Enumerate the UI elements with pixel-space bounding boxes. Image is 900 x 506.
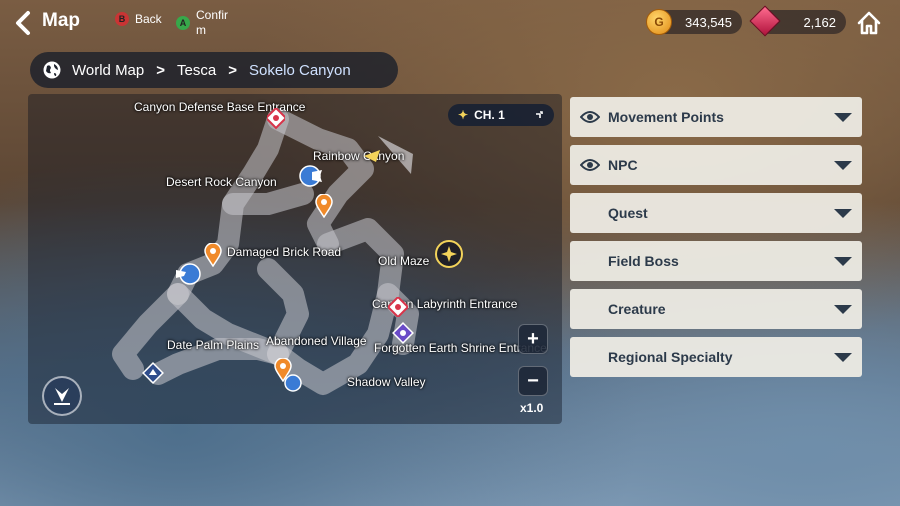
compass-icon[interactable] (42, 376, 82, 416)
back-hint-label: Back (135, 12, 162, 26)
filter-regional-specialty[interactable]: Regional Specialty (570, 337, 862, 377)
caret-down-icon (834, 113, 852, 122)
caret-down-icon (834, 305, 852, 314)
caret-down-icon (834, 257, 852, 266)
location-pin-icon[interactable] (315, 194, 333, 218)
location-label[interactable]: Old Maze (378, 254, 429, 268)
chevron-left-icon[interactable] (12, 10, 38, 36)
home-icon[interactable] (856, 10, 882, 36)
breadcrumb-separator-icon: > (156, 61, 166, 79)
filter-npc[interactable]: NPC (570, 145, 862, 185)
caret-down-icon (834, 161, 852, 170)
top-bar: Map B Back A Confirm G 343,545 2,162 (0, 0, 900, 44)
gold-counter: G 343,545 (646, 9, 742, 35)
npc-icon[interactable] (174, 262, 204, 286)
target-marker-icon[interactable] (434, 239, 464, 269)
eye-icon[interactable] (580, 157, 600, 173)
filter-creature[interactable]: Creature (570, 289, 862, 329)
chapter-label: CH. 1 (474, 108, 505, 122)
filter-movement-points[interactable]: Movement Points (570, 97, 862, 137)
location-label[interactable]: Damaged Brick Road (227, 245, 341, 259)
npc-icon[interactable] (284, 374, 302, 392)
location-pin-icon[interactable] (204, 243, 222, 267)
shrine-icon[interactable] (392, 322, 414, 344)
star-icon: ✦ (458, 108, 469, 122)
location-label[interactable]: Abandoned Village (266, 334, 367, 348)
filter-quest[interactable]: Quest (570, 193, 862, 233)
gem-icon (749, 5, 781, 37)
location-label[interactable]: Shadow Valley (347, 375, 426, 389)
gold-amount: 343,545 (685, 14, 732, 30)
location-label[interactable]: Rainbow Canyon (313, 149, 404, 163)
collapse-icon (536, 111, 543, 118)
location-label[interactable]: Desert Rock Canyon (166, 175, 277, 189)
gem-counter: 2,162 (749, 5, 846, 37)
filter-label: Creature (608, 301, 666, 317)
breadcrumb-sokelo-canyon: Sokelo Canyon (248, 61, 351, 79)
player-marker-icon (364, 150, 380, 162)
confirm-hint[interactable]: A Confirm (176, 8, 232, 38)
zoom-level: x1.0 (520, 401, 544, 415)
location-label[interactable]: Date Palm Plains (167, 338, 259, 352)
filter-label: Movement Points (608, 109, 724, 125)
b-button-icon: B (115, 12, 129, 26)
back-hint[interactable]: B Back (115, 12, 162, 26)
gold-coin-icon: G (646, 9, 672, 35)
breadcrumb-tesca[interactable]: Tesca (177, 62, 216, 79)
npc-icon[interactable] (298, 164, 326, 188)
chapter-badge[interactable]: ✦ CH. 1 (448, 104, 554, 126)
eye-icon[interactable] (580, 109, 600, 125)
filter-label: NPC (608, 157, 638, 173)
zoom-out-button[interactable]: − (518, 366, 548, 396)
breadcrumb: World Map > Tesca > Sokelo Canyon (30, 52, 398, 88)
shrine-icon[interactable] (142, 362, 164, 384)
breadcrumb-separator-icon: > (228, 61, 237, 79)
boss-icon[interactable] (267, 108, 285, 132)
confirm-hint-label: Confirm (196, 8, 229, 37)
filter-field-boss[interactable]: Field Boss (570, 241, 862, 281)
map-panel[interactable]: Canyon Defense Base Entrance Rainbow Can… (28, 94, 562, 424)
filter-label: Regional Specialty (608, 349, 733, 365)
gem-amount: 2,162 (803, 14, 836, 30)
a-button-icon: A (176, 16, 190, 30)
globe-icon (43, 61, 61, 79)
caret-down-icon (834, 209, 852, 218)
breadcrumb-world-map[interactable]: World Map (72, 62, 144, 79)
zoom-in-button[interactable]: + (518, 324, 548, 354)
caret-down-icon (834, 353, 852, 362)
page-title: Map (42, 10, 80, 31)
filter-label: Quest (608, 205, 648, 221)
filter-label: Field Boss (608, 253, 679, 269)
boss-icon[interactable] (388, 297, 408, 317)
